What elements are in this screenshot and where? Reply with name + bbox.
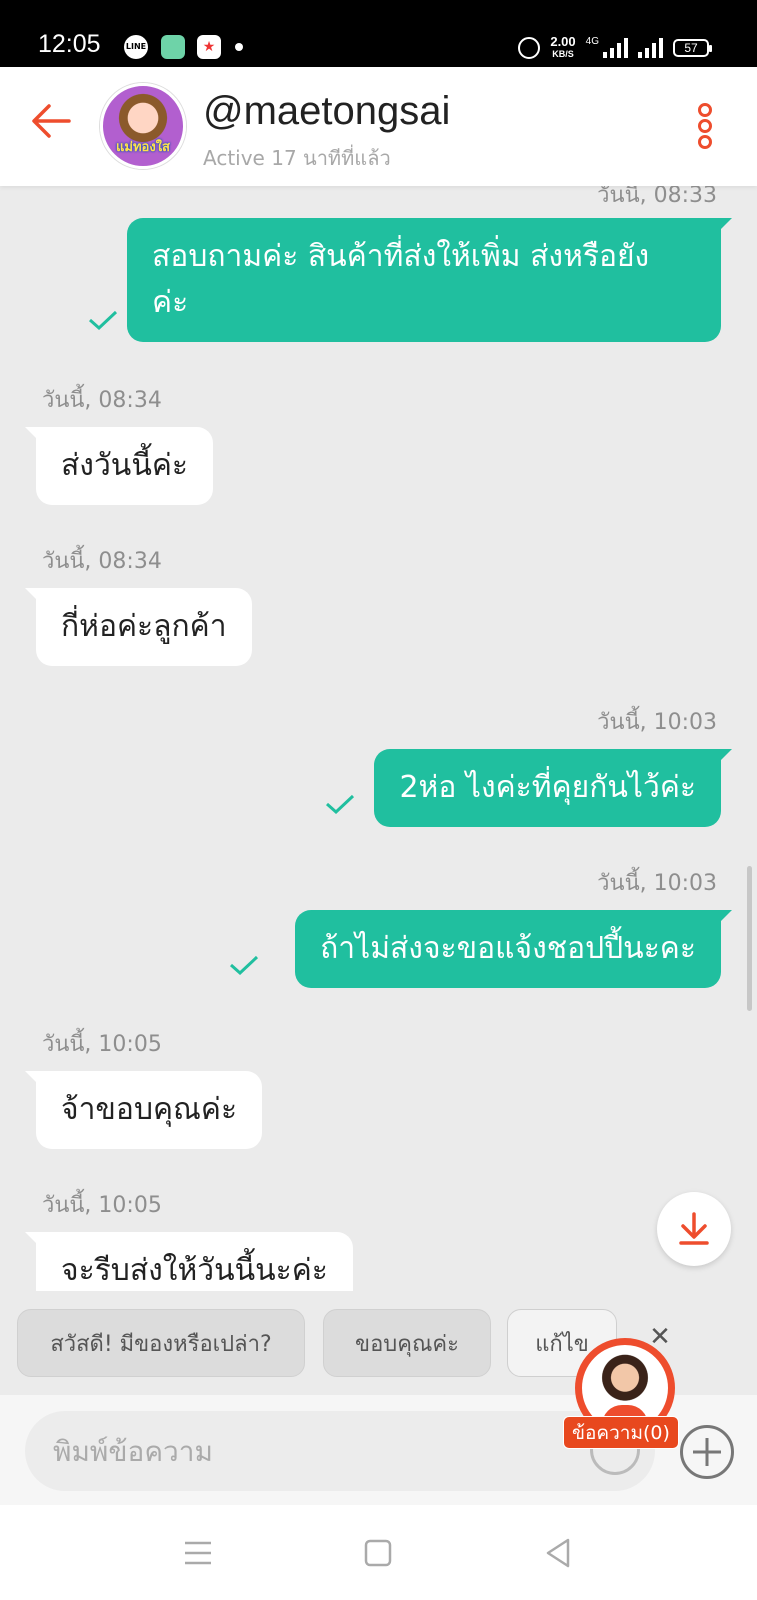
more-notifications-icon bbox=[235, 43, 243, 51]
message-text-line: จะรีบส่งให้วันนี้นะค่ะ bbox=[61, 1253, 328, 1288]
message-text-line: ถ้าไม่ส่งจะขอแจ้งชอปปี้นะคะ bbox=[320, 931, 696, 966]
close-icon[interactable]: ✕ bbox=[647, 1324, 673, 1350]
back-icon[interactable] bbox=[538, 1533, 578, 1573]
arrow-left-icon[interactable] bbox=[27, 97, 75, 145]
message-bubble-incoming[interactable]: ส่งวันนี้ค่ะ bbox=[24, 427, 214, 505]
message-text-line: ค่ะ bbox=[152, 285, 189, 320]
status-indicators: 2.00 KB/S 4G 57 bbox=[518, 34, 712, 62]
message-bubble-incoming[interactable]: กี่ห่อค่ะลูกค้า bbox=[25, 588, 252, 666]
message-bubble-outgoing[interactable]: ถ้าไม่ส่งจะขอแจ้งชอปปี้นะคะ bbox=[295, 910, 732, 988]
message-timestamp: วันนี้, 10:05 bbox=[42, 1193, 162, 1218]
message-text-line: จ้าขอบคุณค่ะ bbox=[61, 1092, 238, 1127]
network-type: 4G bbox=[585, 36, 599, 47]
message-bubble-outgoing[interactable]: สอบถามค่ะ สินค้าที่ส่งให้เพิ่ม ส่งหรือยั… bbox=[127, 218, 732, 342]
agent-message-badge[interactable]: ข้อความ(0) bbox=[563, 1416, 679, 1449]
home-icon[interactable] bbox=[358, 1533, 398, 1573]
message-bubble-outgoing[interactable]: 2ห่อ ไงค่ะที่คุยกันไว้ค่ะ bbox=[374, 749, 732, 827]
network-speed-value: 2.00 bbox=[550, 34, 576, 49]
menu-icon[interactable] bbox=[178, 1533, 218, 1573]
message-bubble-incoming[interactable]: จะรีบส่งให้วันนี้นะค่ะ bbox=[25, 1232, 353, 1291]
photos-app-icon: ★ bbox=[197, 35, 221, 59]
scroll-to-bottom-button[interactable] bbox=[657, 1192, 731, 1266]
quick-reply-chip[interactable]: ขอบคุณค่ะ bbox=[323, 1309, 491, 1377]
signal-2-icon bbox=[638, 38, 663, 58]
status-bar: 12:05 LINE ★ 2.00 KB/S 4G 57 bbox=[0, 0, 757, 67]
message-bubble-incoming[interactable]: จ้าขอบคุณค่ะ bbox=[24, 1071, 263, 1149]
chat-header: แม่ทองใส @maetongsai Active 17 นาทีที่แล… bbox=[0, 67, 757, 186]
message-timestamp: วันนี้, 10:05 bbox=[42, 1032, 162, 1057]
avatar-logo-text: แม่ทองใส bbox=[116, 140, 170, 155]
message-text-line: กี่ห่อค่ะลูกค้า bbox=[61, 609, 227, 644]
message-timestamp: วันนี้, 08:34 bbox=[42, 388, 162, 413]
system-nav-bar bbox=[0, 1505, 757, 1600]
active-status: Active 17 นาทีที่แล้ว bbox=[203, 146, 391, 170]
plus-icon[interactable] bbox=[680, 1425, 734, 1479]
shop-avatar[interactable]: แม่ทองใส bbox=[100, 83, 186, 169]
message-timestamp: วันนี้, 08:34 bbox=[42, 549, 162, 574]
read-check-icon bbox=[89, 310, 118, 330]
quick-reply-chip[interactable]: สวัสดี! มีของหรือเปล่า? bbox=[17, 1309, 305, 1377]
network-speed: 2.00 KB/S bbox=[550, 34, 576, 60]
alarm-icon bbox=[518, 37, 541, 59]
message-text-line: ส่งวันนี้ค่ะ bbox=[61, 448, 189, 483]
chat-messages[interactable]: วันนี้, 08:33 สอบถามค่ะ สินค้าที่ส่งให้เ… bbox=[0, 186, 757, 1291]
message-timestamp: วันนี้, 08:33 bbox=[597, 186, 717, 208]
kebab-menu-icon[interactable] bbox=[688, 99, 722, 153]
clock: 12:05 bbox=[38, 30, 101, 58]
line-app-icon: LINE bbox=[124, 35, 148, 59]
scroll-to-bottom-icon bbox=[679, 1212, 709, 1245]
message-input[interactable] bbox=[25, 1411, 655, 1491]
signal-icon bbox=[603, 38, 628, 58]
network-speed-unit: KB/S bbox=[552, 49, 574, 59]
shop-name[interactable]: @maetongsai bbox=[203, 89, 450, 134]
message-timestamp: วันนี้, 10:03 bbox=[597, 871, 717, 896]
read-check-icon bbox=[326, 794, 355, 814]
message-text-line: 2ห่อ ไงค่ะที่คุยกันไว้ค่ะ bbox=[399, 770, 696, 805]
chat-scrollbar[interactable] bbox=[747, 866, 752, 1011]
read-check-icon bbox=[230, 955, 259, 975]
message-timestamp: วันนี้, 10:03 bbox=[597, 710, 717, 735]
battery-icon: 57 bbox=[673, 39, 712, 57]
message-text-line: สอบถามค่ะ สินค้าที่ส่งให้เพิ่ม ส่งหรือยั… bbox=[152, 239, 650, 274]
app-notification-icon bbox=[161, 35, 185, 59]
chat-agent-widget[interactable]: ✕ ข้อความ(0) bbox=[563, 1324, 687, 1456]
